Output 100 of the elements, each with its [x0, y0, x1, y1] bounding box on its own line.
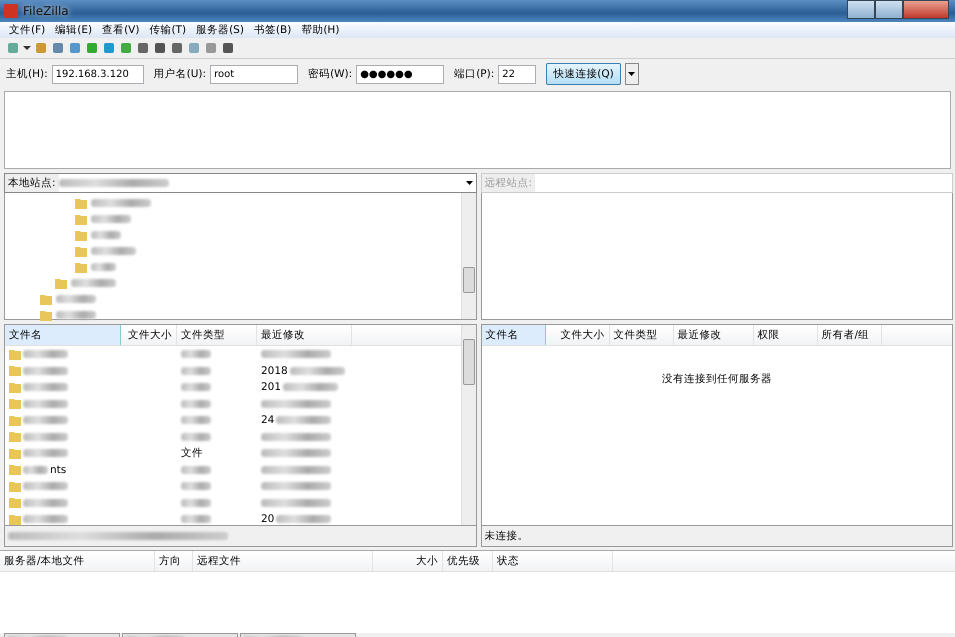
minimize-button[interactable]	[847, 0, 875, 19]
blurred-text	[181, 498, 211, 507]
quickconnect-button[interactable]: 快速连接(Q)	[546, 63, 621, 85]
blurred-text	[23, 432, 68, 441]
window-title: FileZilla	[23, 4, 69, 18]
blurred-text	[261, 498, 331, 507]
menu-item[interactable]: 文件(F)	[4, 23, 50, 37]
blurred-text	[23, 350, 68, 358]
local-site-field[interactable]: 本地站点:	[4, 173, 476, 193]
blurred-text	[261, 350, 331, 358]
column-header[interactable]: 大小	[373, 551, 443, 571]
blurred-text	[181, 366, 211, 375]
column-header[interactable]: 方向	[155, 551, 193, 571]
blurred-text	[276, 416, 332, 424]
username-label: 用户名(U):	[154, 67, 206, 81]
blurred-text	[181, 383, 211, 392]
column-header[interactable]: 最近修改	[257, 325, 352, 345]
blurred-text	[181, 466, 211, 474]
blurred-text	[181, 482, 211, 490]
blurred-text	[56, 295, 96, 303]
blurred-text	[23, 400, 68, 408]
menu-item[interactable]: 服务器(S)	[191, 23, 249, 37]
remote-site-label: 远程站点:	[482, 174, 536, 192]
file-name: nts	[50, 464, 66, 476]
column-header[interactable]: 文件大小	[121, 325, 177, 345]
blurred-text	[261, 432, 331, 441]
caret-icon	[628, 72, 636, 76]
column-header[interactable]: 优先级	[443, 551, 493, 571]
folder-icon	[75, 230, 87, 240]
file-type: 文件	[181, 446, 203, 460]
password-label: 密码(W):	[308, 67, 352, 81]
dropdown-arrow-icon[interactable]	[466, 181, 472, 185]
blurred-text	[290, 366, 345, 375]
column-header[interactable]: 文件大小	[546, 325, 610, 345]
folder-icon	[55, 278, 67, 288]
folder-icon	[40, 294, 52, 304]
folder-icon	[9, 448, 21, 459]
column-header[interactable]: 远程文件	[193, 551, 373, 571]
folder-icon	[9, 464, 21, 476]
column-header[interactable]: 服务器/本地文件	[0, 551, 155, 571]
blurred-text	[23, 466, 48, 474]
blurred-text	[91, 247, 136, 255]
blurred-text	[181, 400, 211, 408]
column-header[interactable]: 文件名	[5, 325, 121, 345]
password-field[interactable]: ●●●●●●	[356, 64, 444, 84]
folder-icon	[9, 382, 21, 393]
blurred-text	[261, 466, 331, 474]
column-header[interactable]: 文件类型	[610, 325, 674, 345]
column-header[interactable]: 最近修改	[674, 325, 754, 345]
port-field[interactable]: 22	[498, 64, 536, 84]
blurred-text	[181, 515, 211, 524]
remote-status-bar: 未连接。	[480, 526, 953, 547]
blurred-text	[261, 449, 331, 458]
dropdown-button[interactable]	[624, 63, 639, 85]
column-header[interactable]: 文件类型	[177, 325, 257, 345]
blurred-text	[261, 400, 331, 408]
blurred-text	[23, 449, 68, 458]
folder-icon	[75, 262, 87, 272]
menu-item[interactable]: 书签(B)	[248, 23, 296, 37]
menu-item[interactable]: 编辑(E)	[50, 23, 98, 37]
menu-item[interactable]: 查看(V)	[97, 23, 144, 37]
modified-date: 20	[261, 513, 274, 526]
folder-icon	[9, 480, 21, 492]
folder-icon	[9, 431, 21, 442]
blurred-text	[23, 498, 68, 507]
folder-icon	[75, 214, 87, 224]
blurred-text	[23, 482, 68, 490]
scrollbar[interactable]	[460, 193, 476, 319]
folder-icon	[75, 198, 87, 208]
blurred-text	[91, 199, 151, 207]
blurred-text	[91, 263, 116, 271]
blurred-text	[181, 416, 211, 424]
scrollbar[interactable]	[460, 325, 476, 525]
local-site-label: 本地站点:	[5, 174, 59, 192]
column-header[interactable]: 状态	[493, 551, 613, 571]
folder-icon	[9, 365, 21, 376]
column-header[interactable]: 文件名	[482, 325, 546, 345]
blurred-text	[276, 515, 332, 524]
maximize-button[interactable]	[875, 0, 903, 19]
host-field[interactable]: 192.168.3.120	[52, 64, 144, 84]
blurred-text	[23, 416, 68, 424]
blurred-text	[23, 366, 68, 375]
column-header[interactable]: 权限	[754, 325, 818, 345]
blurred-text	[23, 515, 68, 524]
folder-icon	[75, 246, 87, 256]
blurred-text	[181, 432, 211, 441]
blurred-text	[261, 482, 331, 490]
menu-item[interactable]: 传输(T)	[144, 23, 192, 37]
column-header[interactable]: 所有者/组	[818, 325, 882, 345]
modified-date: 2018	[261, 364, 288, 377]
username-field[interactable]: root	[210, 64, 298, 84]
modified-date: 201	[261, 381, 282, 394]
close-button[interactable]	[903, 0, 949, 19]
blurred-text	[56, 311, 96, 319]
blurred-text	[71, 279, 116, 287]
blurred-text	[91, 231, 121, 239]
empty-message: 没有连接到任何服务器	[660, 372, 773, 386]
folder-icon	[9, 414, 21, 426]
menu-item[interactable]: 帮助(H)	[296, 23, 344, 37]
folder-icon	[9, 497, 21, 508]
